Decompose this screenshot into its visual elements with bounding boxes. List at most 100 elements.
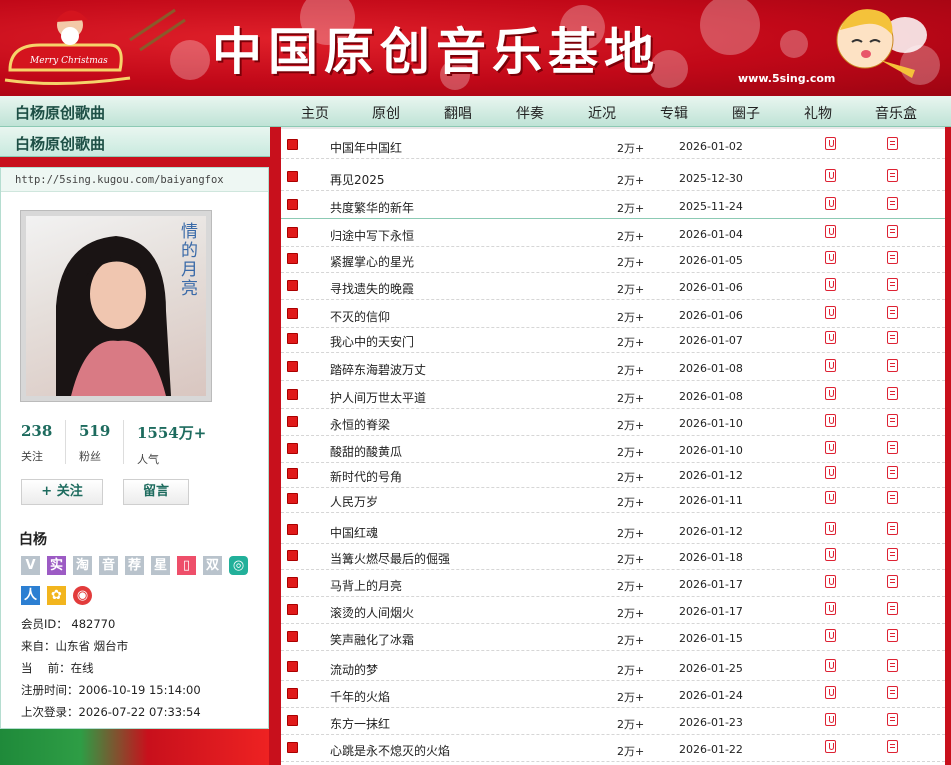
song-row[interactable]: 当篝火燃尽最后的倔强 2万+ 2026-01-18 <box>281 543 945 570</box>
star-badge-icon[interactable]: 星 <box>151 556 170 575</box>
song-play-marker-icon[interactable] <box>287 468 298 479</box>
song-row[interactable]: 踏碎东海碧波万丈 2万+ 2026-01-08 <box>281 354 945 381</box>
song-title-link[interactable]: 紧握掌心的星光 <box>330 253 414 270</box>
download-icon[interactable] <box>825 686 836 699</box>
song-row[interactable]: 共度繁华的新年 2万+ 2025-11-24 <box>281 192 945 219</box>
song-row[interactable]: 新时代的号角 2万+ 2026-01-12 <box>281 461 945 488</box>
add-to-box-icon[interactable] <box>887 306 898 319</box>
download-icon[interactable] <box>825 414 836 427</box>
download-icon[interactable] <box>825 387 836 400</box>
download-icon[interactable] <box>825 306 836 319</box>
song-row[interactable]: 再见2025 2万+ 2025-12-30 <box>281 164 945 191</box>
song-title-link[interactable]: 笑声融化了冰霜 <box>330 631 414 648</box>
song-play-marker-icon[interactable] <box>287 604 298 615</box>
song-play-marker-icon[interactable] <box>287 631 298 642</box>
song-play-marker-icon[interactable] <box>287 199 298 210</box>
song-play-marker-icon[interactable] <box>287 416 298 427</box>
song-title-link[interactable]: 千年的火焰 <box>330 688 390 705</box>
download-icon[interactable] <box>825 169 836 182</box>
song-title-link[interactable]: 共度繁华的新年 <box>330 199 414 216</box>
add-to-box-icon[interactable] <box>887 491 898 504</box>
nav-item-music-box[interactable]: 音乐盒 <box>866 103 926 123</box>
song-play-marker-icon[interactable] <box>287 389 298 400</box>
follow-button[interactable]: + 关注 <box>21 479 103 505</box>
add-to-box-icon[interactable] <box>887 466 898 479</box>
download-icon[interactable] <box>825 629 836 642</box>
song-row[interactable]: 笑声融化了冰霜 2万+ 2026-01-15 <box>281 624 945 651</box>
song-play-marker-icon[interactable] <box>287 661 298 672</box>
download-icon[interactable] <box>825 659 836 672</box>
mobile-badge-icon[interactable]: ▯ <box>177 556 196 575</box>
nav-item-accompaniment[interactable]: 伴奏 <box>500 103 560 123</box>
nav-item-cover[interactable]: 翻唱 <box>428 103 488 123</box>
add-to-box-icon[interactable] <box>887 251 898 264</box>
add-to-box-icon[interactable] <box>887 387 898 400</box>
download-icon[interactable] <box>825 740 836 753</box>
song-row[interactable]: 千年的火焰 2万+ 2026-01-24 <box>281 681 945 708</box>
song-row[interactable]: 紧握掌心的星光 2万+ 2026-01-05 <box>281 246 945 273</box>
song-row[interactable]: 心跳是永不熄灭的火焰 2万+ 2026-01-22 <box>281 735 945 762</box>
nav-item-home[interactable]: 主页 <box>285 103 345 123</box>
stat-fans[interactable]: 519 粉丝 <box>79 422 110 464</box>
download-icon[interactable] <box>825 602 836 615</box>
add-to-box-icon[interactable] <box>887 629 898 642</box>
song-play-marker-icon[interactable] <box>287 443 298 454</box>
song-play-marker-icon[interactable] <box>287 333 298 344</box>
profile-url-link[interactable]: http://5sing.kugou.com/baiyangfox <box>1 168 268 192</box>
nav-item-circle[interactable]: 圈子 <box>716 103 776 123</box>
song-play-marker-icon[interactable] <box>287 139 298 150</box>
musician-badge-icon[interactable]: 音 <box>99 556 118 575</box>
song-title-link[interactable]: 踏碎东海碧波万丈 <box>330 361 426 378</box>
song-title-link[interactable]: 新时代的号角 <box>330 468 402 485</box>
song-row[interactable]: 东方一抹红 2万+ 2026-01-23 <box>281 708 945 735</box>
song-title-link[interactable]: 永恒的脊梁 <box>330 416 390 433</box>
song-title-link[interactable]: 流动的梦 <box>330 661 378 678</box>
song-row[interactable]: 滚烫的人间烟火 2万+ 2026-01-17 <box>281 597 945 624</box>
weibo-badge-icon[interactable]: ◉ <box>73 586 92 605</box>
song-row[interactable]: 中国红魂 2万+ 2026-01-12 <box>281 517 945 544</box>
song-play-marker-icon[interactable] <box>287 550 298 561</box>
download-icon[interactable] <box>825 522 836 535</box>
song-play-marker-icon[interactable] <box>287 524 298 535</box>
add-to-box-icon[interactable] <box>887 575 898 588</box>
avatar[interactable]: 情的月亮 <box>20 210 212 402</box>
add-to-box-icon[interactable] <box>887 686 898 699</box>
add-to-box-icon[interactable] <box>887 441 898 454</box>
download-icon[interactable] <box>825 197 836 210</box>
song-play-marker-icon[interactable] <box>287 742 298 753</box>
add-to-box-icon[interactable] <box>887 522 898 535</box>
person-badge-icon[interactable]: 人 <box>21 586 40 605</box>
song-row[interactable]: 护人间万世太平道 2万+ 2026-01-08 <box>281 382 945 409</box>
song-play-marker-icon[interactable] <box>287 253 298 264</box>
download-icon[interactable] <box>825 225 836 238</box>
song-title-link[interactable]: 寻找遗失的晚霞 <box>330 280 414 297</box>
stat-following[interactable]: 238 关注 <box>21 422 52 464</box>
song-title-link[interactable]: 归途中写下永恒 <box>330 227 414 244</box>
download-icon[interactable] <box>825 466 836 479</box>
add-to-box-icon[interactable] <box>887 713 898 726</box>
song-row[interactable]: 流动的梦 2万+ 2026-01-25 <box>281 654 945 681</box>
nav-item-status[interactable]: 近况 <box>572 103 632 123</box>
vip-badge-icon[interactable]: V <box>21 556 40 575</box>
song-title-link[interactable]: 人民万岁 <box>330 493 378 510</box>
flower-badge-icon[interactable]: ✿ <box>47 586 66 605</box>
taobao-badge-icon[interactable]: 淘 <box>73 556 92 575</box>
message-button[interactable]: 留言 <box>123 479 189 505</box>
add-to-box-icon[interactable] <box>887 331 898 344</box>
download-icon[interactable] <box>825 441 836 454</box>
song-title-link[interactable]: 再见2025 <box>330 171 385 188</box>
download-icon[interactable] <box>825 359 836 372</box>
add-to-box-icon[interactable] <box>887 414 898 427</box>
song-title-link[interactable]: 心跳是永不熄灭的火焰 <box>330 742 450 759</box>
song-play-marker-icon[interactable] <box>287 308 298 319</box>
add-to-box-icon[interactable] <box>887 169 898 182</box>
song-play-marker-icon[interactable] <box>287 280 298 291</box>
add-to-box-icon[interactable] <box>887 137 898 150</box>
recommend-badge-icon[interactable]: 荐 <box>125 556 144 575</box>
nav-item-album[interactable]: 专辑 <box>644 103 704 123</box>
song-row[interactable]: 中国年中国红 2万+ 2026-01-02 <box>281 132 945 159</box>
song-row[interactable]: 我心中的天安门 2万+ 2026-01-07 <box>281 326 945 353</box>
download-icon[interactable] <box>825 251 836 264</box>
song-row[interactable]: 马背上的月亮 2万+ 2026-01-17 <box>281 570 945 597</box>
song-row[interactable]: 酸甜的酸黄瓜 2万+ 2026-01-10 <box>281 436 945 463</box>
